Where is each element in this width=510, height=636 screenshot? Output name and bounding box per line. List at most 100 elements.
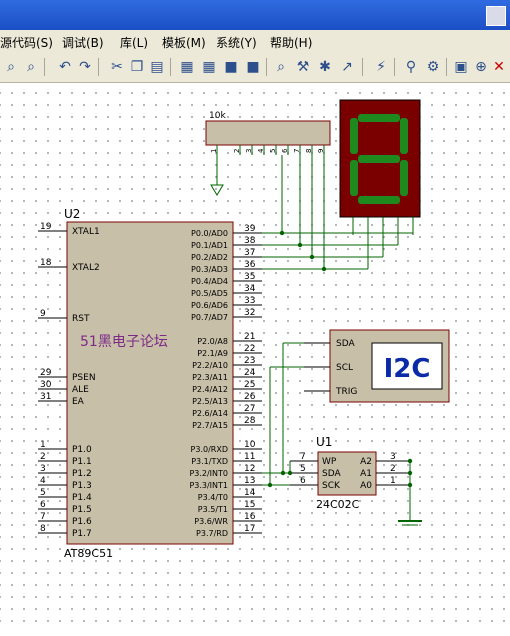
- mcu-left-pin-name: P1.7: [72, 529, 92, 539]
- mcu-right-pin-number: 34: [244, 284, 256, 294]
- resistor-pack-pin-number: 1: [210, 149, 218, 153]
- junction-dot: [407, 470, 413, 476]
- mcu-right-pin-name: P2.6/A14: [192, 409, 228, 418]
- mcu-left-pin-number: 9: [40, 309, 46, 319]
- eeprom-left-pin-name: SDA: [322, 469, 341, 479]
- mcu-right-pin-name: P0.1/AD1: [191, 241, 228, 250]
- mcu-left-pin-number: 31: [40, 392, 51, 402]
- zoom-area-icon[interactable]: ⌕: [22, 58, 40, 76]
- resistor-pack-pin-number: 9: [317, 149, 325, 153]
- block-copy-icon[interactable]: ▦: [178, 58, 196, 76]
- mcu-left-pin-number: 30: [40, 380, 52, 390]
- make-device-icon[interactable]: ⚒: [294, 58, 312, 76]
- i2c-pin-label: SCL: [336, 363, 353, 373]
- undo-icon[interactable]: ↶: [56, 58, 74, 76]
- eeprom-right-pin-name: A0: [360, 481, 372, 491]
- property-assign-icon[interactable]: ⚙: [424, 58, 442, 76]
- pick-device-icon[interactable]: ⌕: [272, 58, 290, 76]
- eeprom-left-pin-number: 5: [300, 464, 306, 474]
- mcu-left-pin-number: 18: [40, 258, 52, 268]
- eeprom-right-pin-name: A2: [360, 457, 372, 467]
- menu-system[interactable]: 系统(Y): [216, 34, 257, 51]
- seven-segment-bar: [358, 114, 400, 122]
- mcu-left-pin-name: P1.0: [72, 445, 92, 455]
- mcu-right-pin-number: 26: [244, 392, 256, 402]
- window-control-button[interactable]: [486, 6, 506, 26]
- mcu-right-pin-name: P0.4/AD4: [191, 277, 228, 286]
- menu-help[interactable]: 帮助(H): [270, 34, 312, 51]
- mcu-left-pin-name: P1.5: [72, 505, 92, 515]
- cut-icon[interactable]: ✂: [108, 58, 126, 76]
- menu-template[interactable]: 模板(M): [162, 34, 206, 51]
- mcu-left-pin-name: ALE: [72, 385, 89, 395]
- seven-segment-bar: [400, 118, 408, 154]
- mcu-left-pin-number: 4: [40, 476, 46, 486]
- mcu-left-pin-name: P1.3: [72, 481, 92, 491]
- toolbar-separator: [170, 58, 171, 76]
- schematic-canvas[interactable]: 10k 1 2 3 4 5 6 7 8 9 U2 AT89C51 19 XTAL1 18 XTAL2 9 RST 2…: [0, 83, 510, 632]
- menu-library[interactable]: 库(L): [120, 34, 148, 51]
- toolbar-separator: [446, 58, 447, 76]
- mcu-right-pin-name: P2.0/A8: [197, 337, 228, 346]
- toolbar-separator: [266, 58, 267, 76]
- mcu-left-pin-name: P1.1: [72, 457, 92, 467]
- mcu-right-pin-name: P3.0/RXD: [191, 445, 228, 454]
- redo-icon[interactable]: ↷: [76, 58, 94, 76]
- i2c-pin-label: SDA: [336, 339, 355, 349]
- seven-segment-bar: [350, 160, 358, 196]
- resistor-pack-pin-number: 7: [293, 149, 301, 153]
- search-tag-icon[interactable]: ⚲: [402, 58, 420, 76]
- block-rotate-icon[interactable]: ■: [222, 58, 240, 76]
- mcu-left-pin-name: RST: [72, 314, 90, 324]
- mcu-right-pin-number: 21: [244, 332, 255, 342]
- paste-icon[interactable]: ▤: [148, 58, 166, 76]
- mcu-right-pin-number: 35: [244, 272, 255, 282]
- mcu-right-pin-name: P2.3/A11: [192, 373, 228, 382]
- eeprom-part-name: 24C02C: [316, 498, 360, 511]
- decompose-icon[interactable]: ↗: [338, 58, 356, 76]
- remove-sheet-icon[interactable]: ⊕: [472, 58, 490, 76]
- wire-autorouter-icon[interactable]: ⚡: [372, 58, 390, 76]
- mcu-left-pin-name: P1.4: [72, 493, 92, 503]
- mcu-right-pin-name: P3.5/T1: [198, 505, 228, 514]
- i2c-display-text: I2C: [384, 354, 431, 384]
- mcu-right-pin-name: P3.2/INT0: [189, 469, 228, 478]
- block-move-icon[interactable]: ▦: [200, 58, 218, 76]
- mcu-right-pin-number: 39: [244, 224, 256, 234]
- eeprom-right-pin-number: 1: [390, 476, 396, 486]
- copy-icon[interactable]: ❐: [128, 58, 146, 76]
- mcu-right-pin-number: 24: [244, 368, 256, 378]
- menu-debug[interactable]: 调试(B): [62, 34, 104, 51]
- zoom-in-icon[interactable]: ⌕: [2, 58, 20, 76]
- mcu-left-pin-name: XTAL2: [72, 263, 100, 273]
- mcu-right-pin-name: P0.5/AD5: [191, 289, 228, 298]
- mcu-left-pin-number: 29: [40, 368, 52, 378]
- packaging-icon[interactable]: ✱: [316, 58, 334, 76]
- menu-source[interactable]: 源代码(S): [0, 34, 53, 51]
- mcu-right-pin-number: 13: [244, 476, 255, 486]
- resistor-pack-pin-number: 6: [281, 148, 289, 153]
- mcu-right-pin-number: 22: [244, 344, 255, 354]
- mcu-left-pin-name: PSEN: [72, 373, 96, 383]
- mcu-left-pin-number: 3: [40, 464, 46, 474]
- resistor-pack-10k[interactable]: [205, 120, 331, 146]
- ground-symbol: [210, 184, 224, 196]
- block-delete-icon[interactable]: ■: [244, 58, 262, 76]
- bom-icon[interactable]: ✕: [490, 58, 508, 76]
- new-sheet-icon[interactable]: ▣: [452, 58, 470, 76]
- junction-dot: [280, 470, 286, 476]
- mcu-right-pin-number: 15: [244, 500, 255, 510]
- mcu-right-pin-number: 28: [244, 416, 256, 426]
- mcu-right-pin-name: P3.4/T0: [198, 493, 228, 502]
- mcu-reference: U2: [64, 207, 80, 221]
- toolbar-separator: [394, 58, 395, 76]
- mcu-left-pin-name: XTAL1: [72, 227, 100, 237]
- toolbar-separator: [362, 58, 363, 76]
- mcu-right-pin-name: P0.0/AD0: [191, 229, 228, 238]
- mcu-right-pin-name: P2.5/A13: [192, 397, 228, 406]
- menu-bar: 源代码(S) 调试(B) 库(L) 模板(M) 系统(Y) 帮助(H): [0, 30, 510, 52]
- mcu-right-pin-number: 12: [244, 464, 255, 474]
- mcu-right-pin-name: P0.6/AD6: [191, 301, 228, 310]
- junction-dot: [407, 458, 413, 464]
- seven-segment-bar: [358, 196, 400, 204]
